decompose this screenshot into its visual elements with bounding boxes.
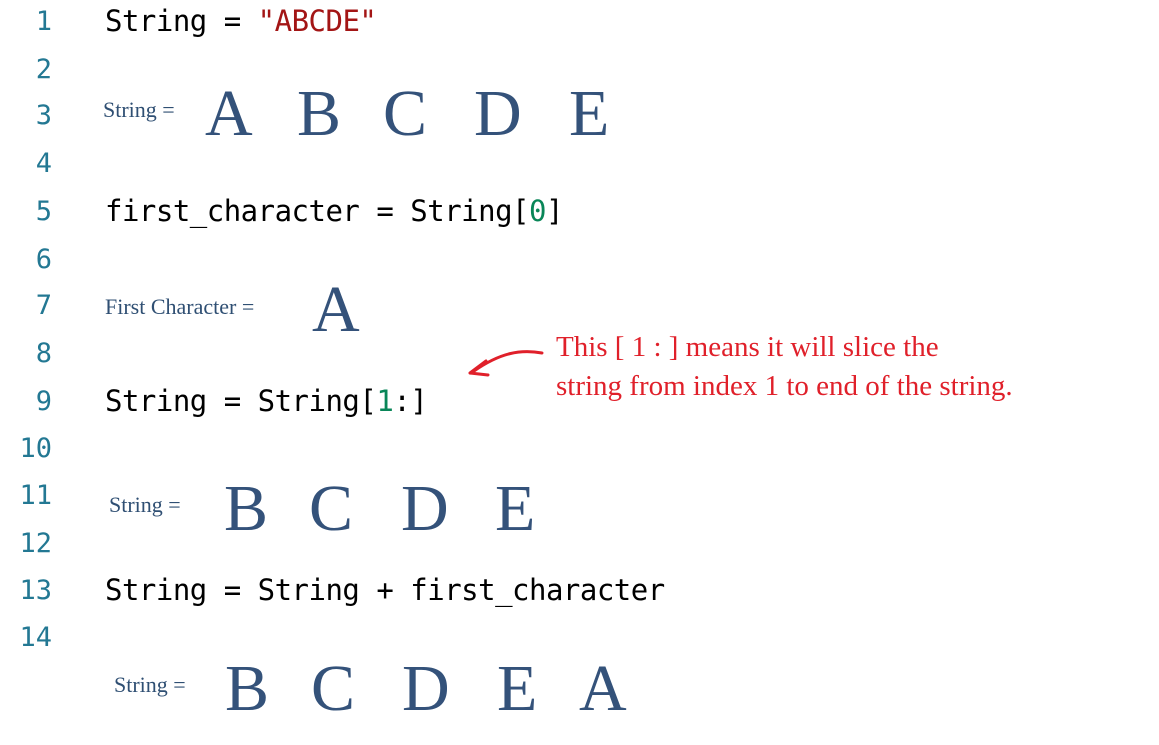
line-number: 1: [35, 6, 52, 37]
line-number: 13: [19, 575, 52, 606]
code-variable: String: [105, 4, 207, 38]
visual-char: E: [497, 652, 538, 725]
line-number: 14: [19, 622, 52, 653]
code-line-9: String = String[1:]: [105, 384, 428, 418]
line-number: 8: [35, 338, 52, 369]
visual-char: D: [474, 77, 522, 150]
code-text: ]: [545, 194, 563, 228]
line-number: 7: [35, 290, 52, 321]
visual-char: A: [312, 273, 360, 346]
visual-char: C: [383, 77, 428, 150]
line-number: 10: [19, 433, 52, 464]
code-line-13: String = String + first_character: [105, 573, 665, 607]
annotation-line: string from index 1 to end of the string…: [556, 370, 1013, 402]
code-line-1: String = "ABCDE": [105, 4, 377, 38]
visual-label: String =: [103, 97, 175, 122]
number-literal: 1: [376, 384, 394, 418]
code-line-5: first_character = String[0]: [105, 194, 563, 228]
number-literal: 0: [529, 194, 546, 228]
code-text: :]: [393, 384, 428, 418]
visual-char: D: [401, 472, 449, 545]
line-number: 5: [35, 196, 52, 227]
line-number: 2: [35, 54, 52, 85]
line-number: 9: [35, 386, 52, 417]
line-number: 11: [19, 480, 52, 511]
visual-char: A: [205, 77, 253, 150]
visual-char: B: [297, 77, 342, 150]
visual-char: D: [402, 652, 450, 725]
visual-label: String =: [114, 672, 186, 697]
visual-char: C: [311, 652, 356, 725]
visual-char: E: [495, 472, 536, 545]
line-number: 4: [35, 148, 52, 179]
line-number: 6: [35, 244, 52, 275]
code-operator: =: [206, 4, 258, 38]
annotation-line: This [ 1 : ] means it will slice the: [556, 331, 939, 363]
visual-char: C: [309, 472, 354, 545]
line-number: 12: [19, 528, 52, 559]
visual-char: B: [225, 652, 270, 725]
visual-label: First Character =: [105, 294, 255, 319]
line-number: 3: [35, 100, 52, 131]
arrow-icon: [468, 350, 544, 377]
annotation-text: This [ 1 : ] means it will slice the str…: [556, 328, 1013, 406]
string-literal: "ABCDE": [257, 4, 377, 38]
visual-char: A: [579, 652, 627, 725]
visual-char: B: [224, 472, 269, 545]
visual-char: E: [569, 77, 610, 150]
code-text: String = String[: [105, 384, 377, 418]
visual-label: String =: [109, 492, 181, 517]
code-text: first_character = String[: [105, 194, 530, 228]
